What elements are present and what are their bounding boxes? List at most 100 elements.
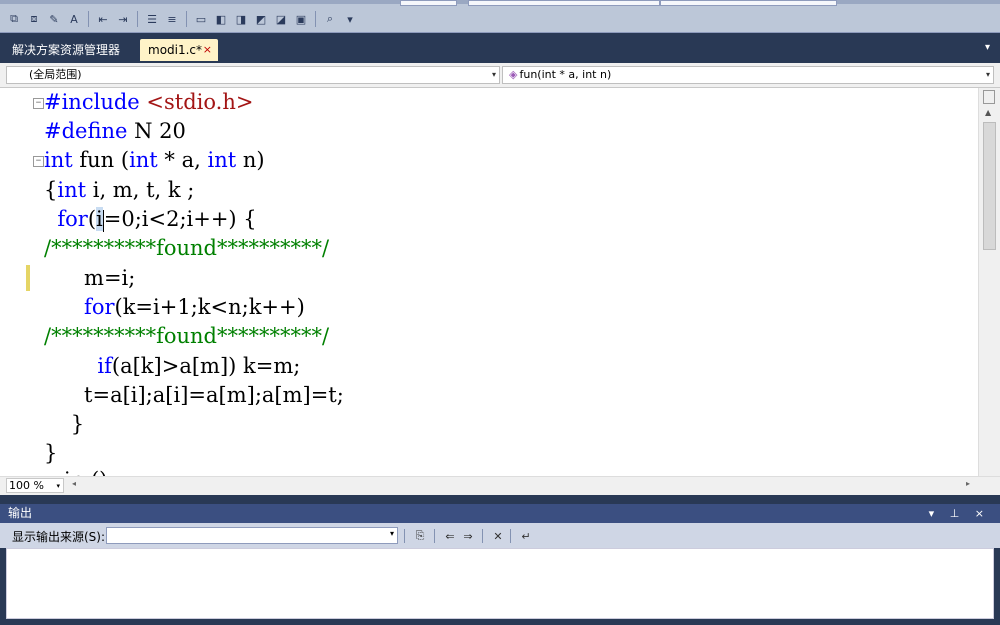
scroll-right-icon[interactable]: ▸ [966, 479, 970, 488]
code-text: i, m, t, k ; [86, 178, 195, 202]
scrollbar-thumb[interactable] [983, 122, 996, 250]
tab-list-dropdown-icon[interactable]: ▾ [985, 42, 990, 53]
platform-combo[interactable] [660, 0, 837, 6]
next-message-icon[interactable]: ⇒ [460, 528, 476, 544]
output-toolbar: 显示输出来源(S): ▾ ⎘ ⇐ ⇒ ✕ ↵ [0, 523, 1000, 548]
prev-bookmark-icon[interactable]: ◧ [212, 10, 230, 28]
toolbar-options-icon[interactable]: ▾ [341, 10, 359, 28]
chevron-down-icon: ▾ [491, 70, 496, 79]
uncomment-icon[interactable]: ≡ [163, 10, 181, 28]
word-wrap-icon[interactable]: ✎ [45, 10, 63, 28]
main-toolbar: ⧉ ⧈ ✎ A ⇤ ⇥ ☰ ≡ ▭ ◧ ◨ ◩ ◪ ▣ ⌕ ▾ [0, 0, 1000, 33]
zoom-value: 100 % [9, 479, 44, 492]
code-line-1[interactable]: #include <stdio.h> [44, 88, 253, 117]
next-bookmark-folder-icon[interactable]: ◪ [272, 10, 290, 28]
tab-label: modi1.c* [148, 43, 203, 57]
code-editor[interactable]: − − #include <stdio.h> #define N 20 int … [0, 88, 978, 476]
toolbar-separator [434, 529, 435, 543]
code-line-3[interactable]: int fun (int * a, int n) [44, 146, 265, 175]
prev-message-icon[interactable]: ⇐ [442, 528, 458, 544]
find-icon[interactable]: ⌕ [321, 10, 339, 28]
format-document-icon[interactable]: ⧈ [25, 10, 43, 28]
find-combo[interactable] [468, 0, 660, 6]
code-text: n) [236, 148, 265, 172]
member-dropdown[interactable]: ◈ fun(int * a, int n) ▾ [502, 66, 994, 84]
split-handle[interactable] [983, 90, 995, 104]
tab-modi1-c[interactable]: modi1.c* × [140, 39, 218, 61]
code-text: =0;i<2;i++) { [103, 207, 257, 231]
clear-all-icon[interactable]: ✕ [490, 528, 506, 544]
keyword: #include [44, 90, 140, 114]
chevron-down-icon: ▾ [56, 482, 60, 490]
toolbar-separator [510, 529, 511, 543]
toolbar-separator [186, 11, 187, 27]
scope-value: (全局范围) [29, 68, 82, 81]
code-line-12[interactable]: } [44, 410, 84, 439]
collapse-icon[interactable]: − [33, 98, 44, 109]
highlighted-identifier: i [96, 207, 103, 231]
keyword: int [44, 148, 73, 172]
navigation-bar: (全局范围) ▾ ◈ fun(int * a, int n) ▾ [0, 63, 1000, 88]
keyword: if [44, 354, 112, 378]
panel-controls[interactable]: ▾ ⊥ × [929, 504, 990, 523]
code-line-13[interactable]: } [44, 439, 57, 468]
code-text: (a[k]>a[m]) k=m; [111, 354, 301, 378]
keyword: for [44, 295, 115, 319]
keyword: #define [44, 119, 128, 143]
solution-config-combo[interactable] [400, 0, 457, 6]
prev-bookmark-folder-icon[interactable]: ◩ [252, 10, 270, 28]
chevron-down-icon: ▾ [985, 70, 990, 79]
keyword: int [129, 148, 158, 172]
output-text-area[interactable] [6, 548, 994, 619]
toolbar-button-row: ⧉ ⧈ ✎ A ⇤ ⇥ ☰ ≡ ▭ ◧ ◨ ◩ ◪ ▣ ⌕ ▾ [4, 8, 360, 30]
code-line-2[interactable]: #define N 20 [44, 117, 186, 146]
toggle-bookmark-icon[interactable]: ▭ [192, 10, 210, 28]
decrease-indent-icon[interactable]: ⇤ [94, 10, 112, 28]
code-line-10[interactable]: if(a[k]>a[m]) k=m; [44, 352, 300, 381]
code-line-7[interactable]: m=i; [44, 264, 135, 293]
code-line-8[interactable]: for(k=i+1;k<n;k++) [44, 293, 305, 322]
increase-indent-icon[interactable]: ⇥ [114, 10, 132, 28]
toolbar-separator [315, 11, 316, 27]
code-text: fun ( [72, 148, 130, 172]
code-text: N 20 [127, 119, 186, 143]
output-source-dropdown[interactable]: ▾ [106, 527, 398, 544]
comment-icon[interactable]: ☰ [143, 10, 161, 28]
change-marker [26, 265, 30, 291]
scroll-left-icon[interactable]: ◂ [72, 479, 76, 488]
code-text: ( [87, 207, 97, 231]
member-value: fun(int * a, int n) [519, 68, 612, 81]
code-line-4[interactable]: {int i, m, t, k ; [44, 176, 194, 205]
go-to-line-icon[interactable]: ⎘ [412, 528, 428, 544]
format-selection-icon[interactable]: ⧉ [5, 10, 23, 28]
close-icon[interactable]: × [203, 39, 212, 61]
zoom-dropdown[interactable]: 100 % ▾ [6, 478, 64, 493]
code-line-9[interactable]: /**********found**********/ [44, 322, 329, 351]
function-icon: ◈ [509, 68, 518, 81]
tab-solution-explorer[interactable]: 解决方案资源管理器 [4, 39, 128, 61]
toolbar-separator [404, 529, 405, 543]
toggle-word-wrap-icon[interactable]: ↵ [518, 528, 534, 544]
collapse-icon[interactable]: − [33, 156, 44, 167]
code-text: * a, [157, 148, 208, 172]
toolbar-separator [88, 11, 89, 27]
code-line-5[interactable]: for(i=0;i<2;i++) { [44, 205, 257, 234]
output-panel-header: 输出 ▾ ⊥ × [0, 504, 1000, 523]
code-line-11[interactable]: t=a[i];a[i]=a[m];a[m]=t; [44, 381, 344, 410]
font-icon[interactable]: A [65, 10, 83, 28]
clear-bookmarks-icon[interactable]: ▣ [292, 10, 310, 28]
include-path: <stdio.h> [139, 90, 254, 114]
vertical-scrollbar[interactable]: ▲ [978, 88, 1000, 476]
chevron-down-icon: ▾ [389, 529, 394, 538]
keyword: for [44, 207, 88, 231]
document-tab-strip: 解决方案资源管理器 modi1.c* × [0, 33, 1000, 63]
keyword: int [207, 148, 237, 172]
next-bookmark-icon[interactable]: ◨ [232, 10, 250, 28]
scroll-up-icon[interactable]: ▲ [985, 108, 991, 117]
scope-dropdown[interactable]: (全局范围) ▾ [6, 66, 500, 84]
output-source-label: 显示输出来源(S): [12, 530, 106, 544]
horizontal-scrollbar: 100 % ▾ ◂ ▸ [0, 476, 1000, 495]
code-line-6[interactable]: /**********found**********/ [44, 234, 329, 263]
output-title: 输出 [8, 506, 33, 520]
code-line-14[interactable]: in () [44, 466, 107, 476]
